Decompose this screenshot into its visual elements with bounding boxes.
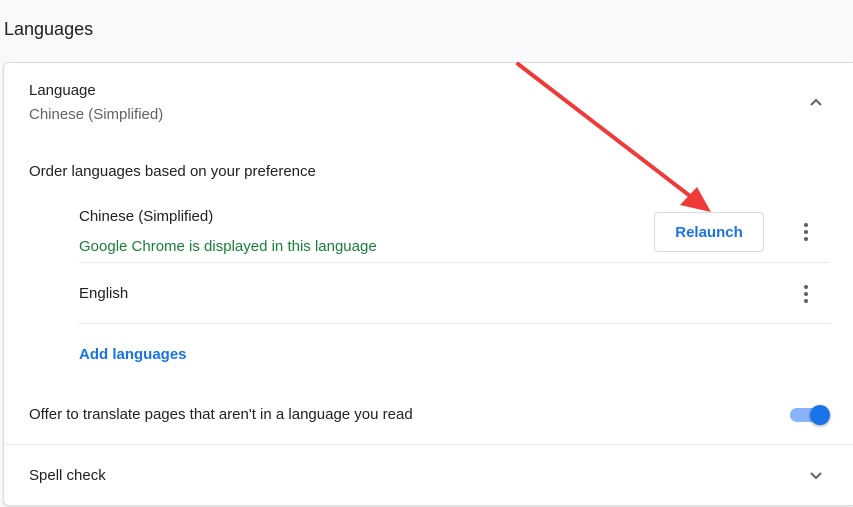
translate-toggle[interactable] — [790, 405, 830, 425]
chevron-down-icon — [810, 472, 822, 480]
more-vert-icon — [804, 223, 808, 241]
display-language-note: Google Chrome is displayed in this langu… — [79, 238, 377, 255]
toggle-knob — [810, 405, 830, 425]
language-menu-button[interactable] — [794, 282, 818, 306]
add-languages-link[interactable]: Add languages — [79, 346, 187, 363]
languages-card: Language Chinese (Simplified) Order lang… — [3, 62, 853, 506]
language-item-name: Chinese (Simplified) — [79, 208, 214, 225]
order-languages-label: Order languages based on your preference — [29, 163, 316, 180]
language-section-title: Language — [29, 82, 96, 99]
current-language: Chinese (Simplified) — [29, 106, 164, 123]
row-divider — [79, 323, 830, 324]
language-item-name: English — [79, 285, 129, 302]
chevron-up-icon — [810, 98, 822, 106]
page-title: Languages — [4, 19, 94, 39]
row-divider — [79, 262, 830, 263]
more-vert-icon — [804, 285, 808, 303]
relaunch-button[interactable]: Relaunch — [654, 212, 764, 252]
section-divider — [4, 444, 853, 445]
translate-offer-label: Offer to translate pages that aren't in … — [29, 406, 413, 423]
expand-spell-check-button[interactable] — [804, 463, 828, 487]
language-menu-button[interactable] — [794, 220, 818, 244]
collapse-language-button[interactable] — [804, 91, 828, 115]
spell-check-label: Spell check — [29, 467, 106, 484]
